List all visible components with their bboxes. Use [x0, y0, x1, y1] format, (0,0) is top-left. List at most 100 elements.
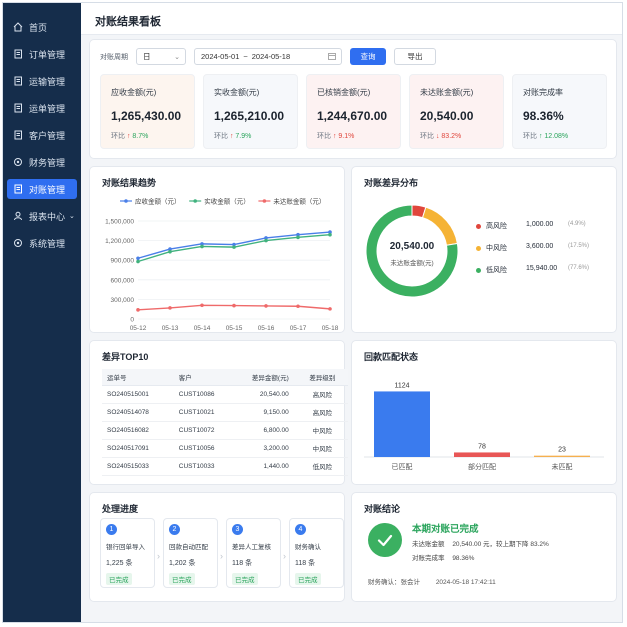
column-header: 差异级别 [296, 369, 348, 386]
date-separator: ~ [243, 52, 248, 61]
kpi-compare-label: 环比 [523, 133, 537, 140]
x-tick-label: 已匹配 [392, 463, 413, 471]
column-header: 客户 [173, 369, 236, 386]
step-count: 118 条 [295, 560, 316, 567]
kpi-value: 1,265,430.00 [111, 109, 182, 123]
level-cell: 低风险 [296, 457, 348, 476]
x-tick-label: 未匹配 [552, 462, 573, 471]
data-point [200, 244, 204, 249]
legend-dot [476, 268, 481, 273]
period-value: 日 [143, 52, 151, 61]
document-icon [12, 184, 23, 195]
progress-step: 3 差异人工复核 118 条 已完成 [226, 518, 281, 588]
legend-label: 应收金额（元） [135, 197, 181, 206]
level-cell: 高风险 [296, 403, 348, 422]
step-name: 银行回单导入 [106, 544, 145, 551]
legend-pct: (77.6%) [568, 265, 590, 271]
progress-card: 处理进度 1 银行回单导入 1,225 条 已完成 › 2 回款自动匹配 1,2… [89, 492, 345, 602]
y-tick-label: 900,000 [111, 258, 135, 265]
trend-card: 对账结果趋势 0 300,000 600,000 900,000 1,200,000 1,… [89, 166, 345, 333]
kpi-value: 1,244,670.00 [317, 109, 388, 123]
y-tick-label: 0 [130, 317, 134, 324]
nav-item-system[interactable]: 系统管理 [7, 233, 77, 253]
level-cell: 中风险 [296, 421, 348, 440]
x-tick-label: 部分匹配 [468, 462, 496, 471]
query-button[interactable]: 查询 [350, 48, 386, 65]
kpi-change: 12.08% [544, 133, 569, 140]
x-tick-label: 05-16 [258, 325, 275, 332]
check-circle-icon [368, 523, 402, 557]
y-tick-label: 1,500,000 [105, 219, 134, 226]
nav-item-home[interactable]: 首页 [7, 17, 77, 37]
nav-label: 财务管理 [29, 157, 66, 168]
chevron-down-icon: ⌄ [69, 213, 75, 220]
legend-dot [476, 224, 481, 229]
legend-name: 低风险 [486, 267, 507, 274]
nav-item-reconciliation[interactable]: 对账管理 [7, 179, 77, 199]
legend-value: 1,000.00 [526, 221, 554, 228]
legend-name: 中风险 [486, 245, 507, 252]
kpi-compare: 环比 ↑ 7.9% [214, 131, 251, 141]
legend-name: 高风险 [486, 223, 507, 230]
x-tick-label: 05-18 [322, 325, 339, 332]
amount-cell: 20,540.00 [235, 385, 297, 404]
confirm-label: 财务确认： [368, 579, 401, 586]
waybill-cell: SO240515001 [102, 385, 174, 404]
table-row[interactable]: SO240515001 CUST10086 20,540.00 高风险 [102, 385, 348, 404]
kpi-compare-label: 环比 [317, 133, 331, 140]
amount-cell: 1,440.00 [235, 457, 297, 476]
nav-item-orders[interactable]: 订单管理 [7, 44, 77, 64]
step-name: 差异人工复核 [232, 544, 271, 551]
kpi-outstanding: 未达账金额(元) 20,540.00 环比 ↓ 83.2% [409, 74, 504, 149]
data-point [136, 308, 140, 312]
kpi-value: 1,265,210.00 [214, 109, 285, 123]
legend-item-low: 低风险 15,940.00 (77.6%) [476, 265, 616, 279]
nav-item-transport[interactable]: 运输管理 [7, 71, 77, 91]
step-name: 财务确认 [295, 544, 321, 551]
settings-icon [12, 238, 23, 249]
table-row[interactable]: SO240517091 CUST10056 3,200.00 中风险 [102, 439, 348, 458]
nav-label: 首页 [29, 22, 48, 33]
line1-value: 20,540.00 元，较上期下降 83.2% [452, 541, 549, 548]
period-select[interactable]: 日 ⌄ [136, 48, 186, 65]
donut-center-label: 未达账金额(元) [390, 260, 434, 267]
data-point [168, 249, 172, 254]
nav-item-waybills[interactable]: 运单管理 [7, 98, 77, 118]
conclusion-line1: 未达账金额 20,540.00 元，较上期下降 83.2% [412, 538, 549, 548]
nav-item-finance[interactable]: 财务管理 [7, 152, 77, 172]
nav-item-reports[interactable]: 报表中心 ⌄ [7, 206, 77, 226]
confirm-time: 2024-05-18 17:42:11 [435, 579, 496, 586]
donut-center-value: 20,540.00 [389, 241, 435, 252]
nav-label: 客户管理 [29, 130, 66, 141]
legend-item-high: 高风险 1,000.00 (4.9%) [476, 221, 616, 235]
kpi-change: 8.7% [132, 133, 149, 140]
data-point [264, 238, 268, 243]
data-point [232, 245, 236, 249]
date-range-picker[interactable]: 2024-05-01 ~ 2024-05-18 [194, 48, 342, 65]
user-icon [12, 211, 23, 222]
line2-label: 对账完成率 [412, 555, 445, 562]
nav-item-customers[interactable]: 客户管理 [7, 125, 77, 145]
kpi-value: 98.36% [523, 109, 564, 123]
summary-card: 对账周期 日 ⌄ 2024-05-01 ~ 2024-05-18 查询 导出 应… [89, 39, 617, 159]
header: 对账结果看板 [81, 3, 622, 35]
distribution-title: 对账差异分布 [364, 178, 419, 188]
x-tick-label: 05-15 [226, 325, 243, 332]
kpi-compare: 环比 ↑ 9.1% [317, 131, 354, 141]
customer-cell: CUST10021 [173, 403, 236, 422]
kpi-change: 9.1% [338, 133, 355, 140]
export-button[interactable]: 导出 [394, 48, 436, 65]
kpi-label: 已核销金额(元) [317, 88, 371, 97]
waybill-cell: SO240515033 [102, 457, 174, 476]
kpi-label: 应收金额(元) [111, 88, 157, 97]
x-tick-label: 05-12 [130, 325, 147, 332]
arrow-right-icon: › [157, 551, 160, 561]
x-tick-label: 05-13 [162, 325, 179, 332]
table-row[interactable]: SO240514078 CUST10021 9,150.00 高风险 [102, 403, 348, 422]
table-row[interactable]: SO240516082 CUST10072 6,800.00 中风险 [102, 421, 348, 440]
legend-marker [124, 199, 128, 203]
kpi-value: 20,540.00 [420, 109, 474, 123]
calendar-icon [328, 52, 336, 62]
table-row[interactable]: SO240515033 CUST10033 1,440.00 低风险 [102, 457, 348, 476]
column-header: 运单号 [102, 369, 174, 386]
